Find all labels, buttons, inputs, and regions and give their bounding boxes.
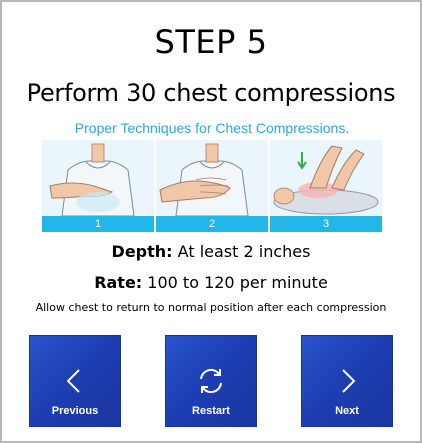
chevron-right-icon [342,369,356,393]
depth-fact: Depth: At least 2 inches [2,242,420,262]
hand-on-chest-drawing [42,140,154,216]
instruction-heading: Perform 30 chest compressions [26,79,396,107]
rate-fact: Rate: 100 to 120 per minute [2,273,420,293]
next-label: Next [335,405,359,417]
illustration-caption: Proper Techniques for Chest Compressions… [74,120,350,136]
illustration-panel-1: 1 [42,140,154,232]
chevron-left-icon [66,369,80,393]
previous-label: Previous [51,405,99,417]
recoil-note: Allow chest to return to normal position… [35,301,387,314]
step-card: STEP 5 Perform 30 chest compressions Pro… [0,0,422,443]
rate-label: Rate: [94,273,143,292]
step-title: STEP 5 [154,23,268,61]
chest-compression-illustration: Proper Techniques for Chest Compressions… [38,114,386,236]
depth-label: Depth: [111,242,173,261]
illustration-panel-3: 3 [270,140,382,232]
panel-number-3: 3 [270,216,382,232]
panel-number-2: 2 [156,216,268,232]
next-button[interactable]: Next [301,335,393,427]
panel-number-1: 1 [42,216,154,232]
restart-button[interactable]: Restart [165,335,257,427]
depth-value: At least 2 inches [177,242,311,261]
interlocked-hands-drawing [156,140,268,216]
refresh-icon [200,368,222,394]
previous-button[interactable]: Previous [29,335,121,427]
restart-label: Restart [192,405,230,417]
illustration-panel-2: 2 [156,140,268,232]
rate-value: 100 to 120 per minute [147,273,328,292]
compression-side-view-drawing [270,140,382,216]
